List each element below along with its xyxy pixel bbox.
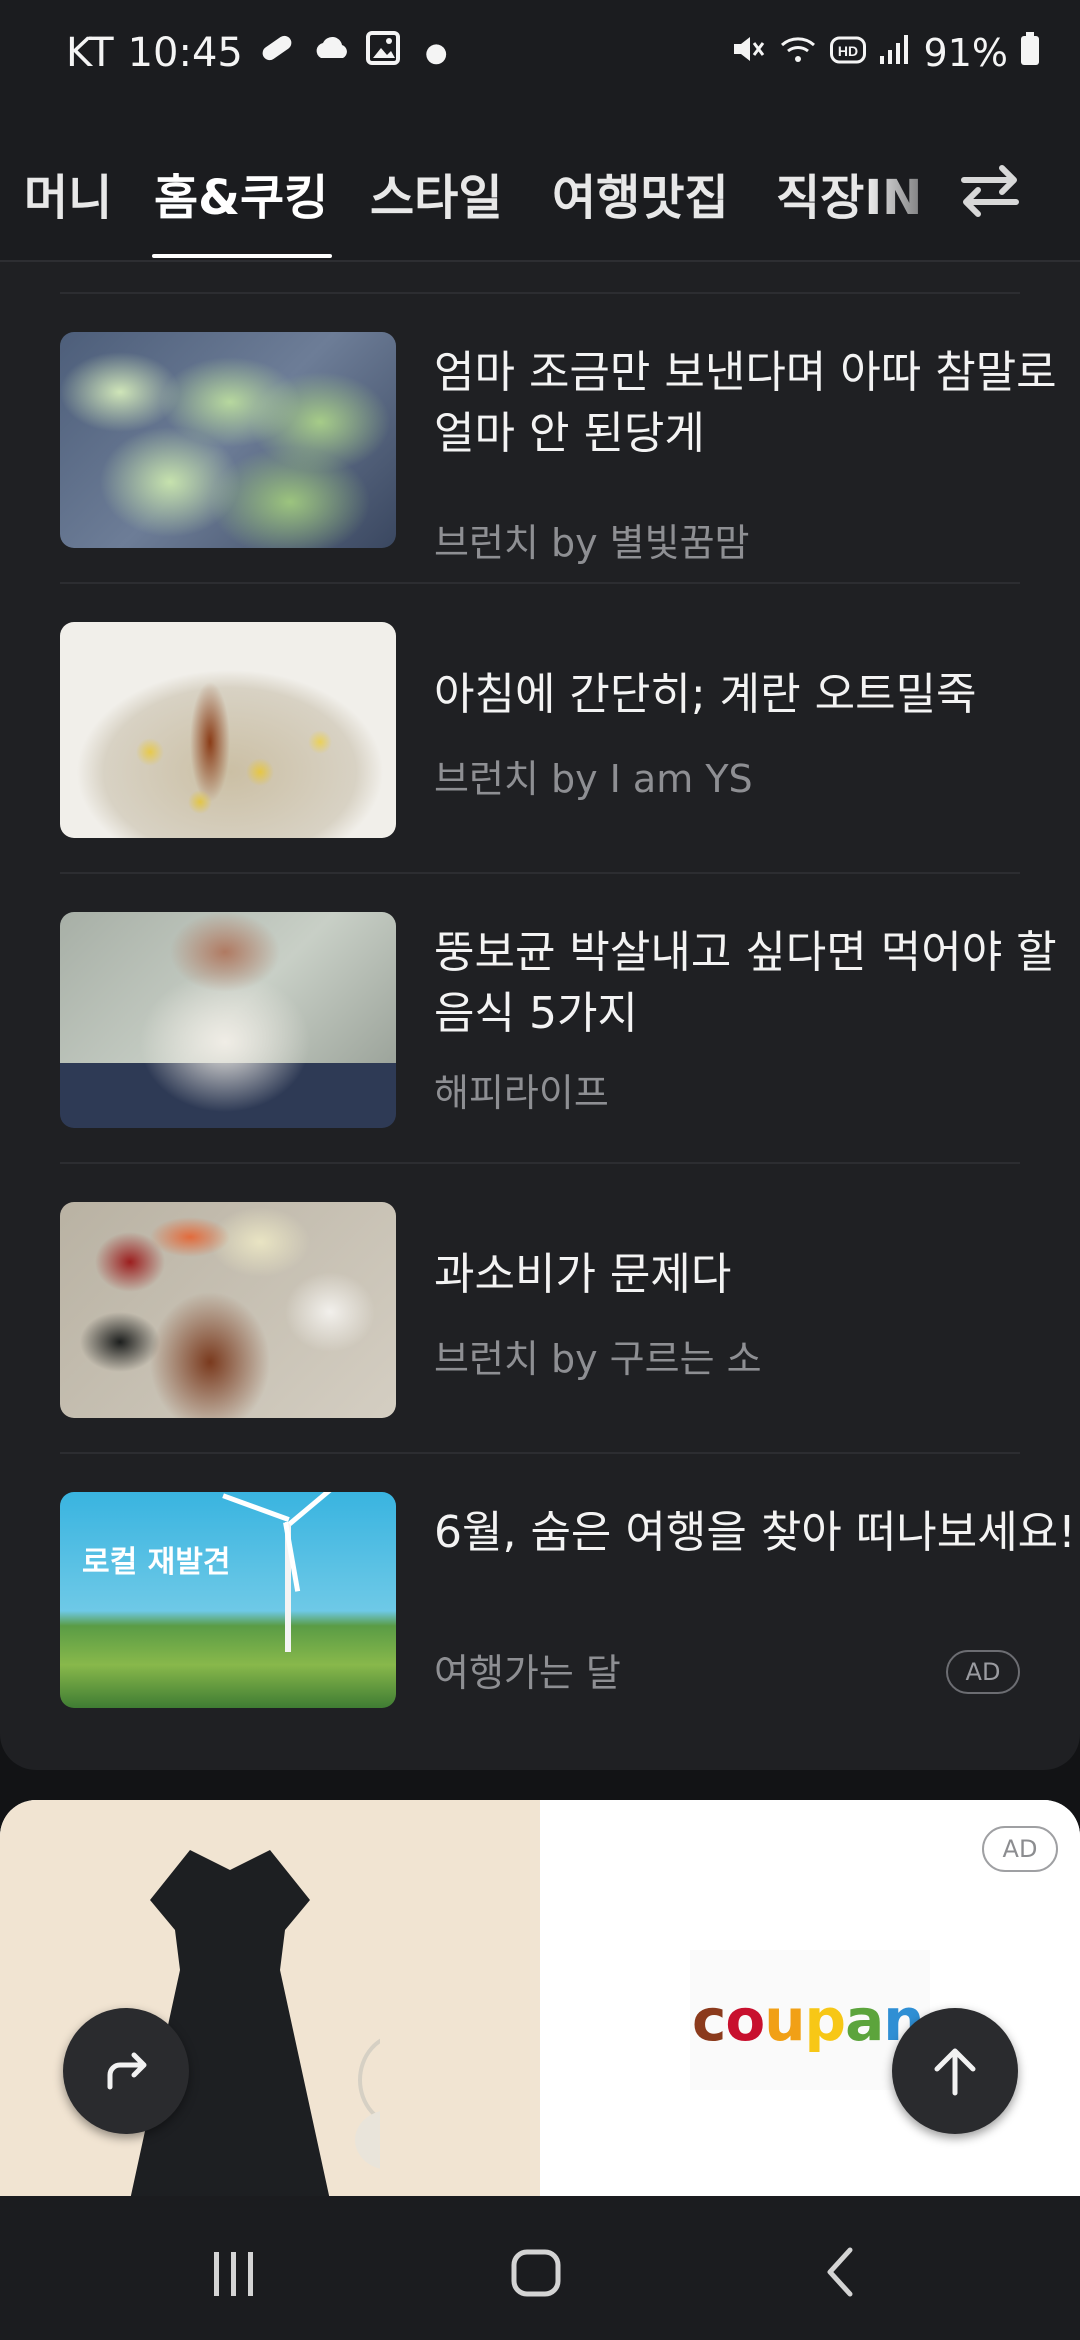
scroll-top-button[interactable] (892, 2008, 1018, 2134)
coupang-logo: coupan (692, 1986, 925, 2054)
battery-icon (1020, 31, 1040, 75)
article-source: 해피라이프 (434, 1071, 609, 1115)
clock: 10:45 (127, 30, 243, 76)
swap-arrows-icon (961, 165, 1019, 217)
wind-turbine-photo: 로컬 재발견 (60, 1492, 396, 1708)
article-title: 과소비가 문제다 (434, 1249, 732, 1300)
tab-money[interactable]: 머니 (24, 158, 112, 228)
svg-text:HD: HD (837, 43, 857, 59)
food-spread-photo (60, 1202, 396, 1418)
category-tabs: 머니 홈&쿠킹 스타일 여행맛집 직장IN (0, 108, 1080, 262)
notification-dot-icon: ● (424, 38, 448, 68)
share-button[interactable] (63, 2008, 189, 2134)
article-item[interactable]: 아침에 간단히; 계란 오트밀죽 브런치 by I am YS (60, 584, 1020, 874)
overweight-man-photo (60, 912, 396, 1128)
article-title: 아침에 간단히; 계란 오트밀죽 (434, 669, 977, 720)
wifi-icon (778, 31, 818, 76)
tab-home-cooking[interactable]: 홈&쿠킹 (154, 158, 328, 228)
article-item[interactable]: 엄마 조금만 보낸다며 아따 참말로 얼마 안 된당게 브런치 by 별빛꿈맘 (60, 294, 1057, 584)
pill-icon (257, 28, 297, 78)
carrier-label: KT (66, 30, 114, 76)
article-source: 브런치 by I am YS (434, 757, 753, 801)
dress-product-photo (0, 1800, 540, 2200)
status-bar: KT 10:45 ● HD 91% (0, 0, 1080, 108)
article-source: 브런치 by 별빛꿈맘 (434, 521, 750, 565)
tab-style[interactable]: 스타일 (370, 158, 502, 228)
article-source: 여행가는 달 (434, 1651, 621, 1695)
article-item[interactable]: 과소비가 문제다 브런치 by 구르는 소 (60, 1164, 1020, 1454)
recents-button[interactable] (194, 2232, 274, 2312)
share-icon (107, 2052, 147, 2090)
image-logo-text: 로컬 재발견 (82, 1545, 231, 1580)
article-source: 브런치 by 구르는 소 (434, 1337, 762, 1381)
article-item[interactable]: 뚱보균 박살내고 싶다면 먹어야 할 음식 5가지 해피라이프 (60, 874, 1057, 1164)
ad-badge: AD (946, 1650, 1020, 1694)
home-button[interactable] (496, 2232, 576, 2312)
hd-icon: HD (829, 31, 866, 75)
article-title: 엄마 조금만 보낸다며 아따 참말로 얼마 안 된당게 (434, 347, 1057, 459)
active-tab-indicator (152, 254, 332, 258)
tab-travel-food[interactable]: 여행맛집 (552, 158, 729, 228)
mute-icon (730, 31, 766, 76)
ad-badge[interactable]: AD (982, 1826, 1058, 1872)
article-title: 뚱보균 박살내고 싶다면 먹어야 할 음식 5가지 (434, 927, 1057, 1039)
turbine-blade (288, 1492, 345, 1526)
recents-icon (214, 2252, 253, 2296)
ad-banner[interactable]: coupan AD (0, 1800, 1080, 2200)
battery-percent: 91% (923, 31, 1008, 75)
article-feed: 엄마 조금만 보낸다며 아따 참말로 얼마 안 된당게 브런치 by 별빛꿈맘 … (0, 262, 1080, 1770)
system-navigation-bar (0, 2196, 1080, 2340)
article-title: 6월, 숨은 여행을 찾아 떠나보세요! (434, 1507, 1076, 1558)
back-icon (827, 2247, 853, 2297)
turbine-blade (222, 1493, 290, 1522)
image-icon (365, 30, 401, 76)
tab-edit-button[interactable] (950, 150, 1030, 230)
back-button[interactable] (800, 2232, 880, 2312)
oatmeal-porridge-photo (60, 622, 396, 838)
napa-cabbage-photo (60, 332, 396, 548)
home-icon (511, 2249, 561, 2297)
cloud-icon (311, 30, 351, 76)
arrow-up-icon (934, 2048, 976, 2096)
sponsored-article-item[interactable]: 로컬 재발견 6월, 숨은 여행을 찾아 떠나보세요! 여행가는 달 AD (60, 1454, 1076, 1744)
signal-icon (878, 31, 912, 75)
